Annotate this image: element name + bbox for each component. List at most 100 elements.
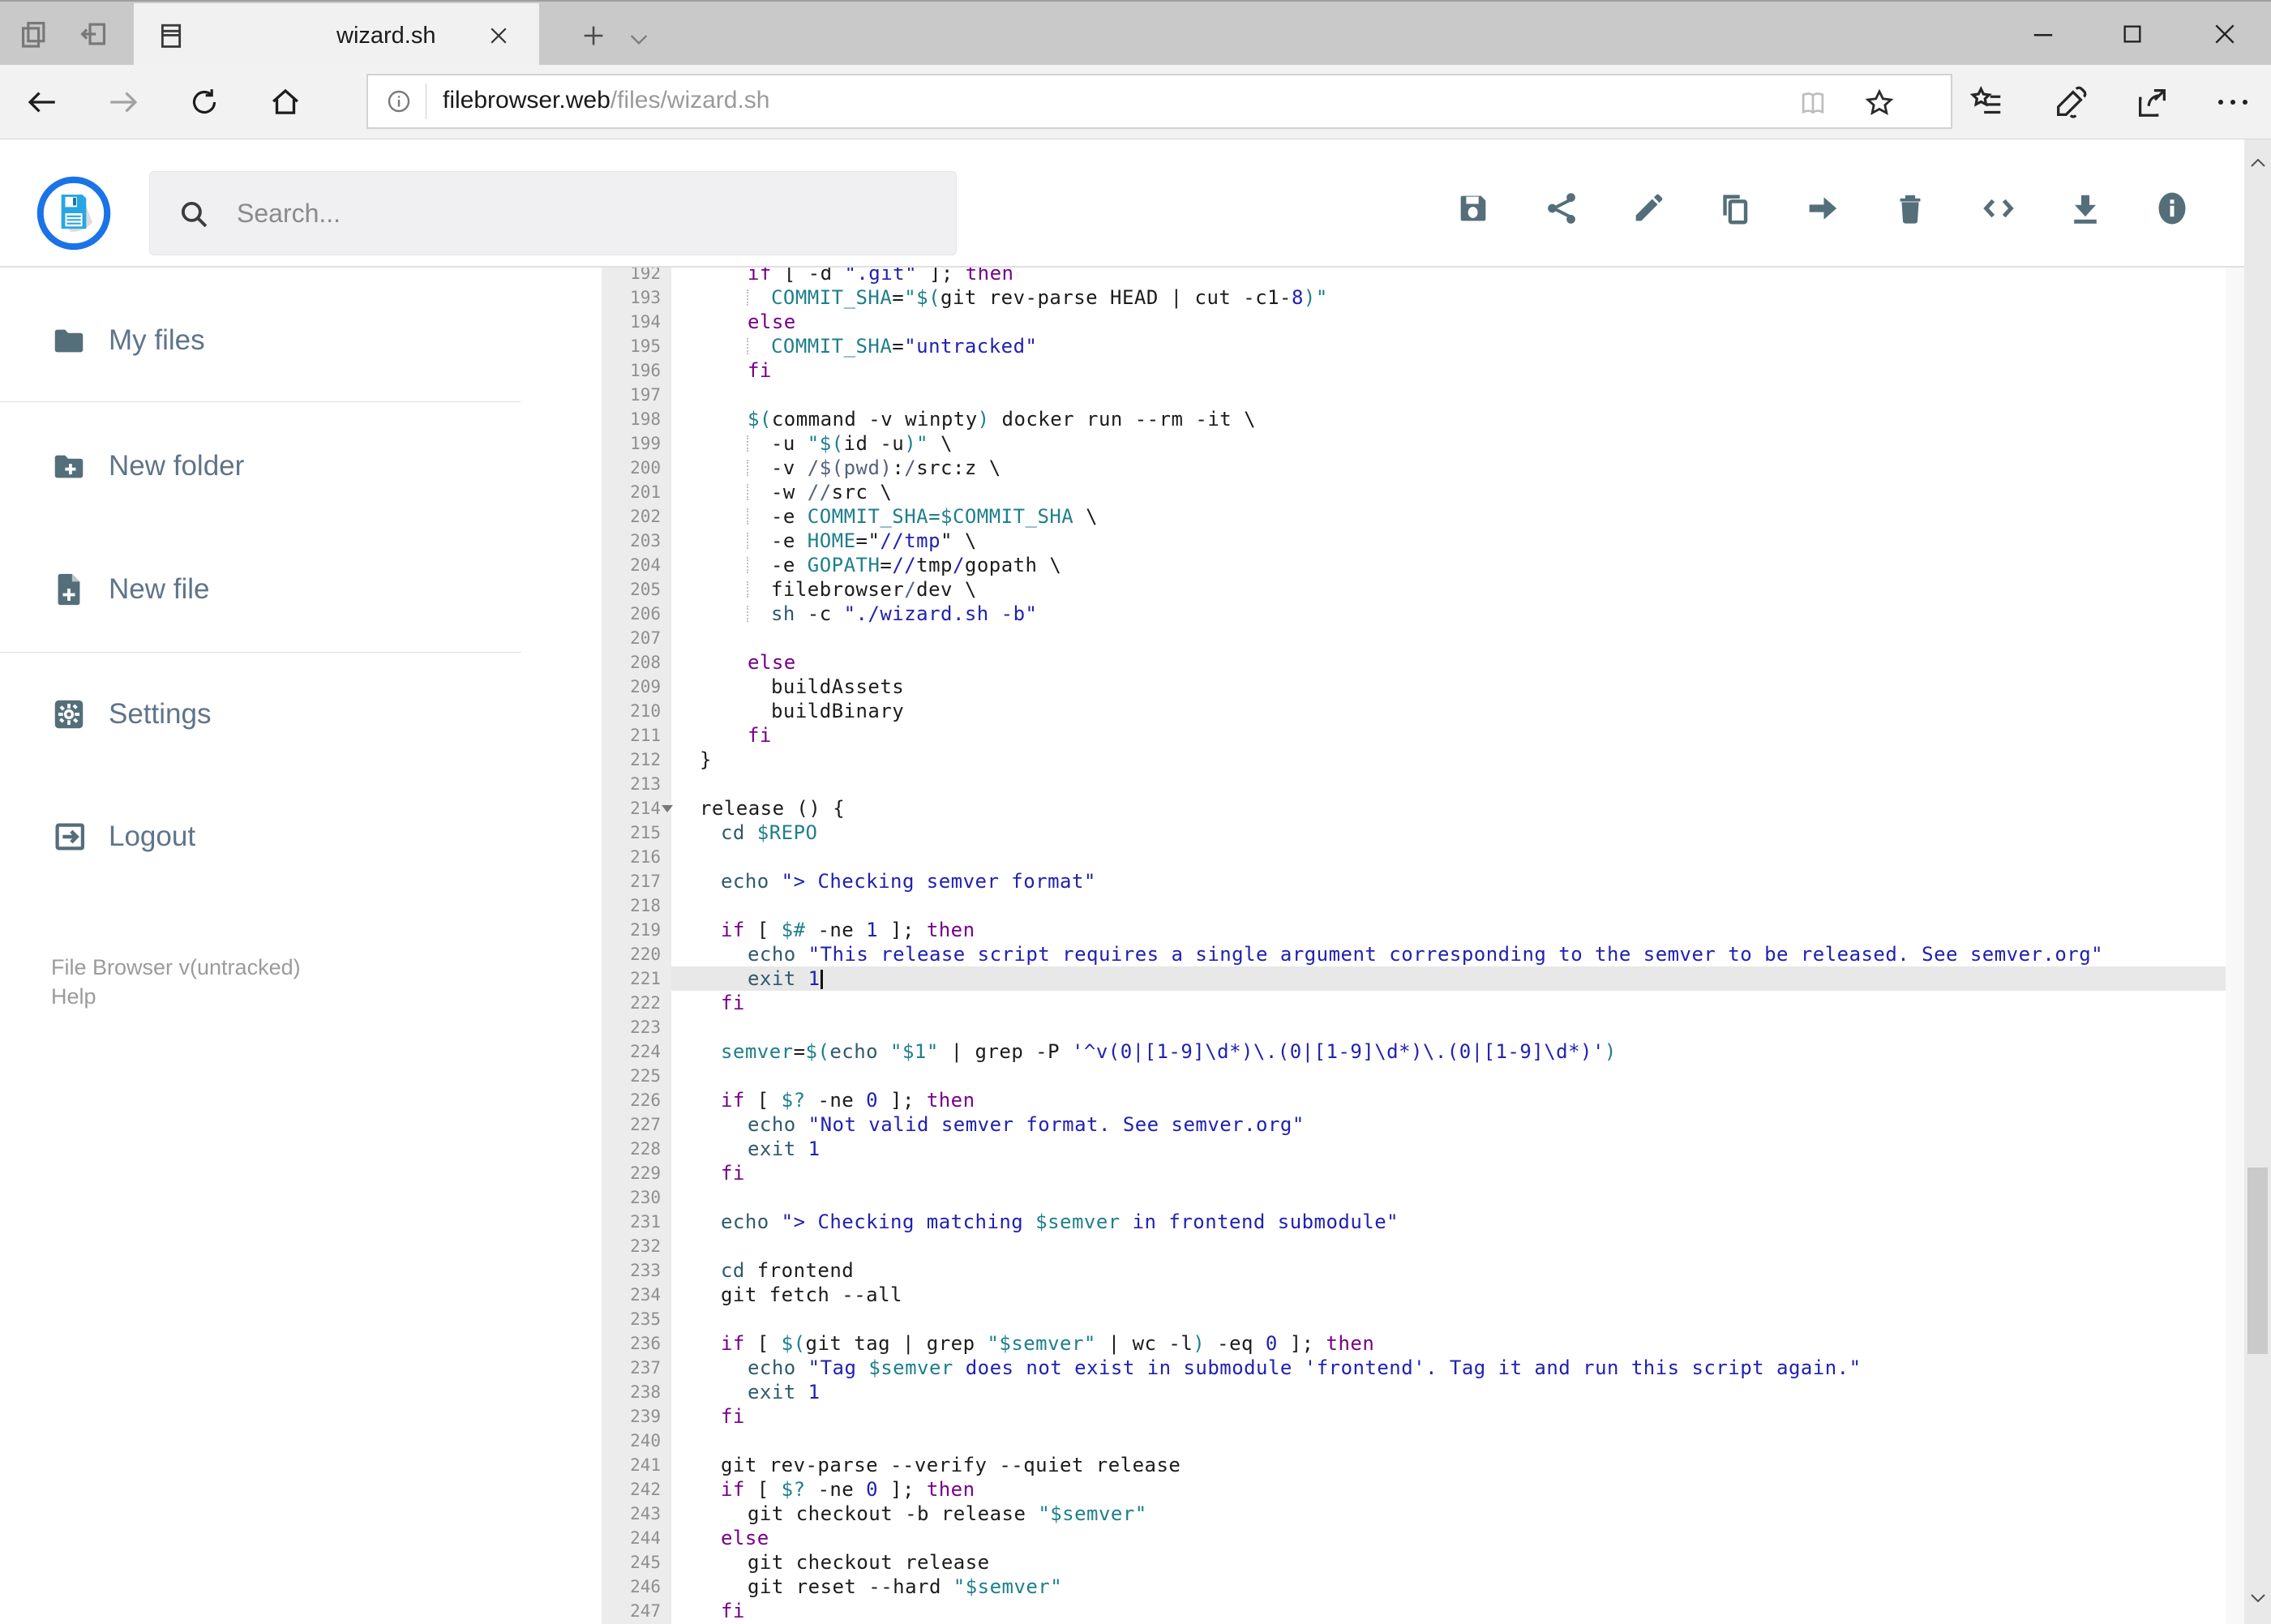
tab-list-chevron-icon[interactable] (623, 23, 655, 55)
code-line[interactable]: $(command -v winpty) docker run --rm -it… (700, 407, 1256, 431)
code-line[interactable]: git checkout release (700, 1550, 990, 1575)
fold-arrow-icon[interactable] (662, 805, 673, 812)
code-line[interactable]: echo "Tag $semver does not exist in subm… (700, 1356, 1862, 1380)
code-line[interactable]: -e COMMIT_SHA=$COMMIT_SHA \ (700, 504, 1098, 529)
code-line[interactable]: fi (700, 1404, 745, 1429)
page-scrollbar[interactable] (2244, 139, 2271, 1624)
scrollbar-thumb[interactable] (2247, 1168, 2268, 1354)
home-icon[interactable] (266, 83, 305, 122)
code-line[interactable]: fi (700, 723, 772, 748)
code-line[interactable]: git rev-parse --verify --quiet release (700, 1453, 1180, 1477)
code-line[interactable]: buildBinary (700, 699, 904, 723)
line-number: 206 (630, 604, 661, 623)
site-info-icon[interactable] (386, 88, 412, 114)
address-bar[interactable]: filebrowser.web/files/wizard.sh (366, 74, 1952, 129)
scroll-down-icon[interactable] (2248, 1588, 2268, 1607)
line-number: 243 (630, 1504, 661, 1523)
browser-tab[interactable]: wizard.sh (134, 3, 539, 66)
line-number: 195 (630, 336, 661, 356)
code-line[interactable]: if [ $? -ne 0 ]; then (700, 1477, 975, 1502)
code-line[interactable]: if [ $(git tag | grep "$semver" | wc -l)… (700, 1331, 1374, 1356)
code-editor[interactable]: 192 if [ -d ".git" ]; then 193 COMMIT_SHA="… (535, 268, 2244, 1624)
more-options-icon[interactable] (2212, 97, 2254, 107)
code-line[interactable]: exit 1 (700, 1137, 821, 1161)
code-line[interactable]: fi (700, 1161, 745, 1185)
code-line[interactable]: exit 1 (700, 966, 821, 991)
sidebar-item-new-folder[interactable]: New folder (0, 430, 521, 503)
window-minimize-icon[interactable] (2025, 18, 2061, 50)
share-button[interactable] (1543, 190, 1580, 227)
sidebar-item-my-files[interactable]: My files (0, 304, 521, 377)
save-button[interactable] (1455, 190, 1492, 227)
rename-button[interactable] (1630, 190, 1667, 227)
code-line[interactable]: release () { (700, 796, 845, 821)
code-line[interactable]: else (700, 310, 796, 334)
info-button[interactable] (2153, 190, 2191, 227)
code-line[interactable]: -e GOPATH=//tmp/gopath \ (700, 553, 1061, 577)
code-line[interactable]: else (700, 1526, 769, 1550)
sidebar-item-new-file[interactable]: New file (0, 553, 521, 626)
favorite-star-icon[interactable] (1862, 85, 1897, 121)
code-line[interactable]: if [ $# -ne 1 ]; then (700, 918, 975, 942)
search-input[interactable] (235, 172, 936, 255)
url-text[interactable]: filebrowser.web/files/wizard.sh (443, 87, 770, 114)
share-page-icon[interactable] (2131, 81, 2173, 123)
code-line[interactable]: filebrowser/dev \ (700, 577, 977, 602)
copy-button[interactable] (1716, 190, 1754, 227)
code-line[interactable]: fi (700, 1599, 745, 1623)
code-line[interactable]: buildAssets (700, 675, 904, 699)
code-line[interactable]: git reset --hard "$semver" (700, 1575, 1062, 1599)
new-tab-icon[interactable] (577, 19, 610, 52)
code-line[interactable]: } (700, 748, 712, 772)
reading-view-icon[interactable] (1797, 87, 1829, 119)
code-line[interactable]: if [ $? -ne 0 ]; then (700, 1088, 975, 1112)
code-line[interactable]: echo "This release script requires a sin… (700, 942, 2103, 966)
sidebar-item-logout[interactable]: Logout (0, 800, 521, 873)
refresh-icon[interactable] (185, 83, 224, 122)
sidebar-item-settings[interactable]: Settings (0, 678, 521, 751)
line-number: 236 (630, 1334, 661, 1353)
code-line[interactable]: echo "> Checking matching $semver in fro… (700, 1210, 1399, 1234)
set-aside-tabs-icon[interactable] (77, 18, 109, 50)
download-button[interactable] (2067, 190, 2104, 227)
page-favicon (156, 21, 186, 50)
help-link[interactable]: Help (51, 984, 96, 1009)
tab-preview-icon[interactable] (18, 18, 50, 50)
window-maximize-icon[interactable] (2115, 18, 2150, 50)
code-line[interactable]: cd $REPO (700, 821, 817, 845)
code-line[interactable]: sh -c "./wizard.sh -b" (700, 602, 1037, 626)
line-number: 220 (630, 945, 661, 964)
delete-button[interactable] (1892, 190, 1929, 227)
code-line[interactable]: echo "Not valid semver format. See semve… (700, 1112, 1305, 1137)
tab-close-icon[interactable] (484, 21, 513, 50)
forward-icon[interactable] (104, 83, 143, 122)
code-line[interactable]: COMMIT_SHA="$(git rev-parse HEAD | cut -… (700, 285, 1328, 310)
code-line[interactable]: -v /$(pwd):/src:z \ (700, 456, 1001, 480)
code-line[interactable]: else (700, 650, 796, 675)
code-line[interactable]: fi (700, 358, 772, 383)
back-icon[interactable] (23, 83, 62, 122)
code-line[interactable]: fi (700, 991, 745, 1015)
filebrowser-logo[interactable] (36, 176, 111, 251)
code-line[interactable]: cd frontend (700, 1258, 854, 1283)
line-number: 214 (630, 799, 661, 818)
code-view-button[interactable] (1980, 190, 2017, 227)
code-line[interactable]: exit 1 (700, 1380, 821, 1404)
search-box[interactable] (149, 171, 957, 255)
code-line[interactable]: echo "> Checking semver format" (700, 869, 1096, 893)
code-line[interactable]: -w //src \ (700, 480, 892, 504)
window-close-icon[interactable] (2207, 18, 2243, 50)
code-line[interactable]: git fetch --all (700, 1283, 902, 1307)
line-number: 198 (630, 409, 661, 429)
code-line[interactable]: semver=$(echo "$1" | grep -P '^v(0|[1-9]… (700, 1039, 1617, 1064)
hub-favorites-icon[interactable] (1965, 81, 2007, 123)
line-number: 221 (630, 969, 661, 988)
code-line[interactable]: git checkout -b release "$semver" (700, 1502, 1147, 1526)
move-button[interactable] (1803, 190, 1840, 227)
code-line[interactable]: -u "$(id -u)" \ (700, 431, 953, 456)
code-line[interactable]: -e HOME="//tmp" \ (700, 529, 977, 553)
code-line[interactable]: if [ -d ".git" ]; then (700, 268, 1013, 285)
scroll-up-icon[interactable] (2248, 154, 2268, 174)
annotate-pen-icon[interactable] (2050, 81, 2092, 123)
code-line[interactable]: COMMIT_SHA="untracked" (700, 334, 1037, 358)
